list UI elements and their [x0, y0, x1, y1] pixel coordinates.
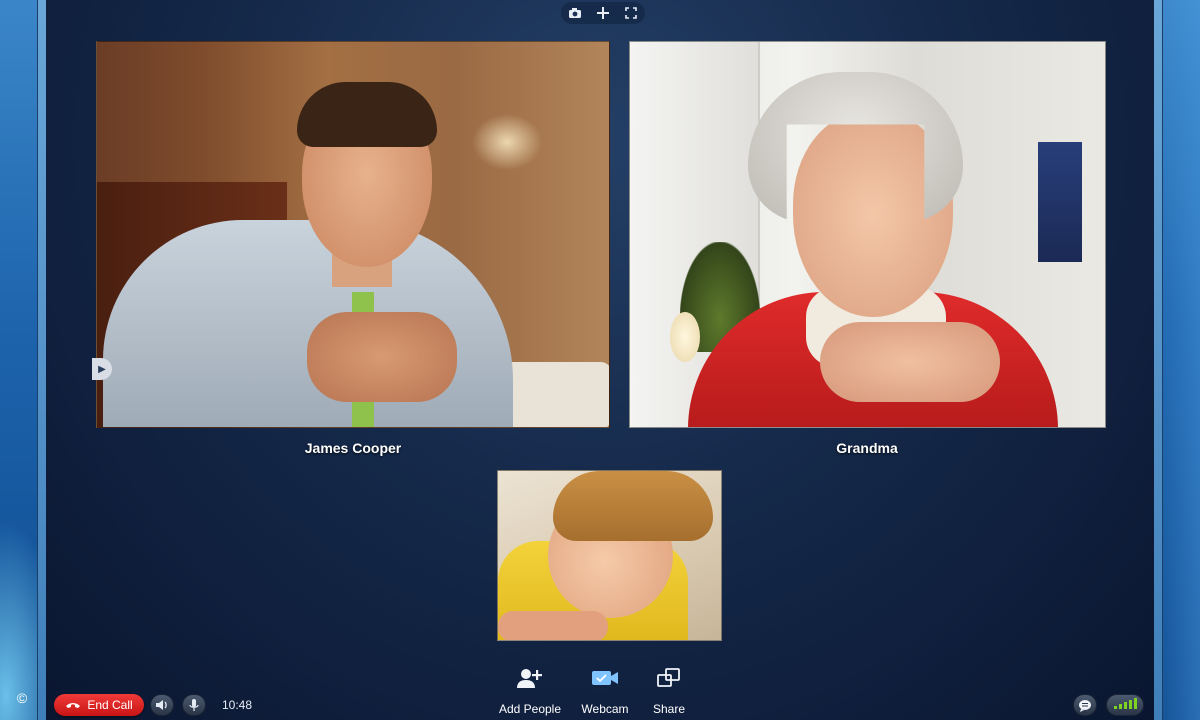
call-quality-signal-icon[interactable]: [1106, 694, 1144, 716]
plus-icon[interactable]: [592, 3, 614, 23]
speaker-button[interactable]: [150, 694, 174, 716]
self-view-tile: [497, 470, 722, 641]
hands: [820, 322, 1000, 402]
participant-name: Grandma: [836, 440, 898, 456]
add-people-button[interactable]: Add People: [490, 664, 570, 716]
camera-icon[interactable]: [564, 3, 586, 23]
microphone-icon: [189, 699, 199, 711]
call-timer: 10:48: [222, 698, 253, 712]
chat-button[interactable]: [1073, 694, 1097, 716]
arm: [498, 611, 608, 640]
video-tile-james: [96, 41, 610, 428]
phone-hangup-icon: [66, 703, 81, 708]
speaker-icon: [156, 700, 167, 710]
share-button[interactable]: Share: [629, 664, 709, 716]
bottom-bar: End Call 10:48 Add People Webcam Share: [46, 660, 1154, 720]
add-person-icon: [490, 664, 570, 692]
end-call-label: End Call: [87, 698, 133, 712]
add-people-label: Add People: [498, 702, 562, 716]
participant-name: James Cooper: [304, 440, 402, 456]
share-icon: [629, 664, 709, 692]
shirt: [103, 220, 513, 427]
chat-icon: [1079, 699, 1091, 712]
pillow: [497, 362, 609, 427]
wall-art: [1038, 142, 1082, 262]
lamp: [670, 312, 700, 362]
microphone-button[interactable]: [182, 694, 206, 716]
call-area: James Cooper Grandma ▶ End Call 10:48 Ad…: [46, 0, 1154, 720]
video-tile-grandma: [629, 41, 1106, 428]
hands: [307, 312, 457, 402]
hair: [297, 82, 437, 147]
end-call-button[interactable]: End Call: [54, 694, 144, 716]
top-toolbar: [561, 2, 645, 24]
fullscreen-icon[interactable]: [620, 3, 642, 23]
share-label: Share: [652, 702, 686, 716]
hair: [553, 471, 713, 541]
copyright-icon: ©: [16, 690, 28, 706]
